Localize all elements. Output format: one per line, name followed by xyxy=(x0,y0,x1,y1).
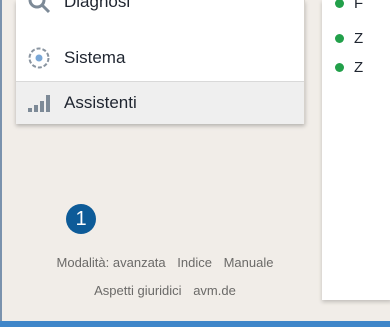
menu-item-label: Sistema xyxy=(64,48,126,67)
menu-item-assistenti[interactable]: Assistenti xyxy=(16,81,304,124)
status-row: F xyxy=(335,0,363,12)
content-panel: F Z Z xyxy=(322,0,390,300)
side-menu: Diagnosi Sistema Assistenti xyxy=(16,0,305,124)
app-frame: Diagnosi Sistema Assistenti F Z Z 1 Moda… xyxy=(0,0,390,321)
status-dot-icon xyxy=(335,63,344,72)
menu-item-label: Assistenti xyxy=(64,93,137,112)
status-row: Z xyxy=(335,30,363,47)
link-aspetti-giuridici[interactable]: Aspetti giuridici xyxy=(94,283,181,298)
link-modalita[interactable]: Modalità: avanzata xyxy=(57,255,166,270)
status-text: Z xyxy=(354,30,364,47)
magnifier-icon xyxy=(22,0,56,15)
status-text: F xyxy=(354,0,364,12)
menu-item-label: Diagnosi xyxy=(64,0,131,11)
status-text: Z xyxy=(354,59,364,76)
footer-links-row: Aspetti giuridici avm.de xyxy=(20,283,310,298)
status-row: Z xyxy=(335,59,363,76)
target-icon xyxy=(22,46,56,70)
status-dot-icon xyxy=(335,0,344,8)
status-dot-icon xyxy=(335,34,344,43)
menu-item-diagnosi[interactable]: Diagnosi xyxy=(16,0,304,22)
bars-icon xyxy=(22,93,56,113)
link-indice[interactable]: Indice xyxy=(177,255,212,270)
menu-item-sistema[interactable]: Sistema xyxy=(16,38,304,78)
notification-badge[interactable]: 1 xyxy=(66,204,96,234)
link-avm[interactable]: avm.de xyxy=(193,283,236,298)
footer-links-row: Modalità: avanzata Indice Manuale xyxy=(20,255,310,270)
taskbar-strip xyxy=(0,321,390,327)
link-manuale[interactable]: Manuale xyxy=(224,255,274,270)
